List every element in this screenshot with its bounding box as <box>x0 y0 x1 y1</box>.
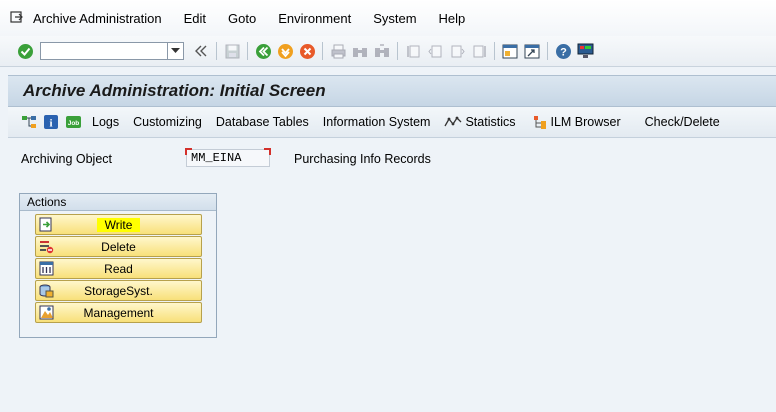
standard-toolbar: ? <box>0 36 776 67</box>
sap-window: Archive Administration Edit Goto Environ… <box>0 0 776 412</box>
menu-environment[interactable]: Environment <box>278 11 351 26</box>
menu-system[interactable]: System <box>373 11 416 26</box>
write-icon <box>38 217 54 233</box>
enter-icon[interactable] <box>16 42 34 60</box>
page-title: Archive Administration: Initial Screen <box>23 81 326 100</box>
archiving-object-description: Purchasing Info Records <box>294 152 431 166</box>
menu-archive-administration[interactable]: Archive Administration <box>33 11 162 26</box>
read-icon <box>38 261 54 277</box>
storage-system-button[interactable]: StorageSyst. <box>35 280 202 301</box>
actions-group-title: Actions <box>20 194 216 211</box>
storage-icon <box>38 283 54 299</box>
hierarchy-icon[interactable] <box>20 113 38 131</box>
database-tables-button[interactable]: Database Tables <box>216 115 309 129</box>
svg-text:?: ? <box>560 46 567 58</box>
job-icon[interactable]: Job <box>64 113 82 131</box>
archiving-object-value: MM_EINA <box>191 151 242 165</box>
read-label: Read <box>104 261 133 276</box>
find-next-icon[interactable] <box>373 42 391 60</box>
toolbar-separator <box>547 42 548 60</box>
delete-label: Delete <box>101 239 136 254</box>
toolbar-separator <box>397 42 398 60</box>
generate-shortcut-icon[interactable] <box>523 42 541 60</box>
last-page-icon[interactable] <box>470 42 488 60</box>
help-icon[interactable]: ? <box>554 42 572 60</box>
first-page-icon[interactable] <box>404 42 422 60</box>
exit-icon[interactable] <box>276 42 294 60</box>
management-button[interactable]: Management <box>35 302 202 323</box>
delete-icon <box>38 239 54 255</box>
delete-button[interactable]: Delete <box>35 236 202 257</box>
required-marker <box>185 148 192 155</box>
screen-title-bar: Archive Administration: Initial Screen <box>8 75 776 107</box>
print-icon[interactable] <box>329 42 347 60</box>
actions-group: Actions Write Delete Read StorageSyst. M… <box>19 193 217 338</box>
statistics-icon <box>444 116 462 128</box>
previous-page-icon[interactable] <box>426 42 444 60</box>
svg-text:Job: Job <box>67 120 79 127</box>
toolbar-separator <box>216 42 217 60</box>
toolbar-separator <box>494 42 495 60</box>
back-icon[interactable] <box>254 42 272 60</box>
storage-system-label: StorageSyst. <box>84 283 153 298</box>
management-icon <box>38 305 54 321</box>
system-menu-icon[interactable] <box>10 11 24 25</box>
next-page-icon[interactable] <box>448 42 466 60</box>
menu-help[interactable]: Help <box>439 11 466 26</box>
write-button[interactable]: Write <box>35 214 202 235</box>
management-label: Management <box>83 305 154 320</box>
info-icon[interactable]: i <box>42 113 60 131</box>
check-delete-button[interactable]: Check/Delete <box>645 115 720 129</box>
command-field[interactable] <box>40 42 168 60</box>
main-content: Archiving Object MM_EINA Purchasing Info… <box>8 138 776 412</box>
write-label: Write <box>96 217 141 232</box>
double-chevron-left-icon[interactable] <box>192 42 210 60</box>
command-field-wrapper <box>40 42 184 60</box>
required-marker <box>264 148 271 155</box>
save-icon[interactable] <box>223 42 241 60</box>
information-system-button[interactable]: Information System <box>323 115 431 129</box>
ilm-browser-button[interactable]: ILM Browser <box>533 115 621 130</box>
application-toolbar: i Job Logs Customizing Database Tables I… <box>8 107 776 138</box>
read-button[interactable]: Read <box>35 258 202 279</box>
ilm-browser-icon <box>533 115 547 130</box>
menu-goto[interactable]: Goto <box>228 11 256 26</box>
find-icon[interactable] <box>351 42 369 60</box>
toolbar-separator <box>322 42 323 60</box>
menu-edit[interactable]: Edit <box>184 11 206 26</box>
archiving-object-field[interactable]: MM_EINA <box>185 148 271 167</box>
svg-text:i: i <box>49 118 52 130</box>
statistics-button[interactable]: Statistics <box>444 115 515 129</box>
toolbar-separator <box>247 42 248 60</box>
cancel-icon[interactable] <box>298 42 316 60</box>
logs-button[interactable]: Logs <box>92 115 119 129</box>
customize-layout-icon[interactable] <box>576 42 594 60</box>
customizing-button[interactable]: Customizing <box>133 115 202 129</box>
menu-bar: Archive Administration Edit Goto Environ… <box>0 0 776 36</box>
command-dropdown-icon[interactable] <box>168 42 184 60</box>
archiving-object-label: Archiving Object <box>21 152 113 166</box>
create-session-icon[interactable] <box>501 42 519 60</box>
